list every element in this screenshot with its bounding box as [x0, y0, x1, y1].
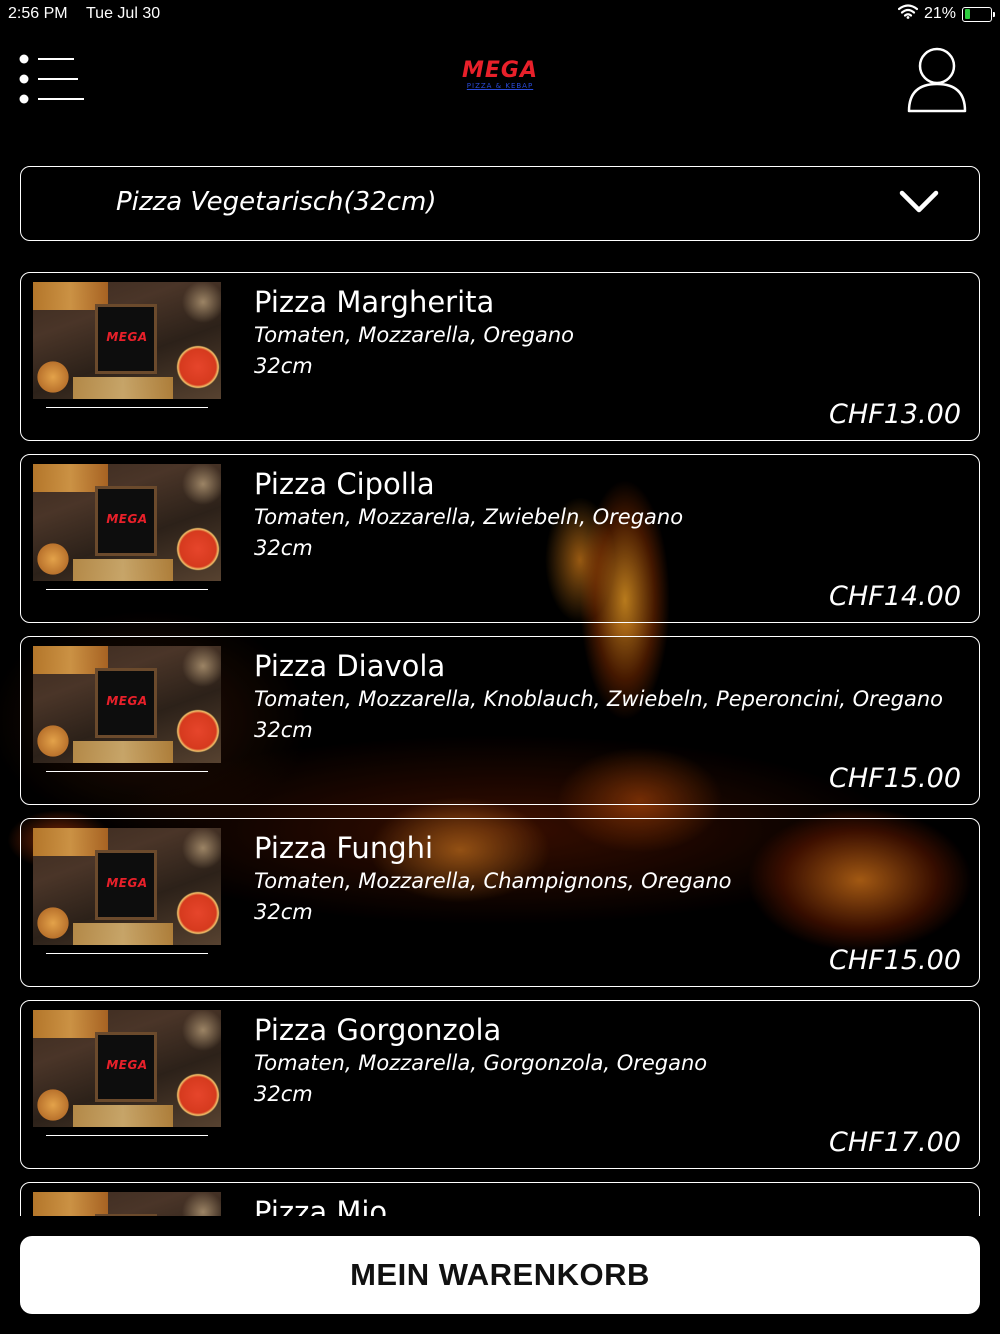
battery-percent: 21% [923, 5, 956, 22]
item-description: Tomaten, Mozzarella, Zwiebeln, Oregano [254, 505, 684, 529]
menu-item-card[interactable]: MEGA Pizza Gorgonzola Tomaten, Mozzarella,… [20, 1000, 980, 1169]
pizza-thumbnail-image: MEGA [33, 1192, 221, 1216]
menu-item-card[interactable]: MEGA Pizza Diavola Tomaten, Mozzarella, Kn… [20, 636, 980, 805]
chevron-down-icon [899, 189, 939, 219]
pizza-thumbnail-image: MEGA [33, 464, 221, 581]
thumbnail-food-decor [73, 923, 173, 945]
brand-logo[interactable]: MEGA PIZZA & KEBAP [450, 58, 550, 91]
item-name: Pizza Margherita [254, 285, 495, 319]
cart-button[interactable]: MEIN WARENKORB [20, 1236, 980, 1314]
user-profile-icon[interactable] [904, 44, 970, 114]
menu-list-icon[interactable] [18, 54, 88, 104]
category-dropdown[interactable]: Pizza Vegetarisch(32cm) [20, 166, 980, 241]
pizza-thumbnail-image: MEGA [33, 646, 221, 763]
item-name: Pizza Mio [254, 1195, 388, 1216]
status-date: Tue Jul 30 [86, 5, 161, 22]
thumbnail-food-decor [73, 559, 173, 581]
thumbnail-logo-text: MEGA [106, 512, 148, 526]
menu-item-card[interactable]: MEGA Pizza Mio [20, 1182, 980, 1216]
thumbnail-food-decor [73, 377, 173, 399]
item-price: CHF14.00 [829, 581, 961, 612]
battery-level [964, 9, 970, 19]
category-selected-label: Pizza Vegetarisch(32cm) [116, 187, 437, 217]
menu-item-card[interactable]: MEGA Pizza Cipolla Tomaten, Mozzarella, Zw… [20, 454, 980, 623]
thumbnail-underline [46, 407, 208, 408]
item-name: Pizza Diavola [254, 649, 446, 683]
thumbnail-logo-text: MEGA [106, 876, 148, 890]
item-size: 32cm [254, 900, 313, 924]
item-name: Pizza Gorgonzola [254, 1013, 502, 1047]
item-size: 32cm [254, 354, 313, 378]
thumbnail-underline [46, 771, 208, 772]
status-bar: 2:56 PM Tue Jul 30 21% [0, 0, 1000, 28]
item-description: Tomaten, Mozzarella, Champignons, Oregan… [254, 869, 732, 893]
menu-item-card[interactable]: MEGA Pizza Margherita Tomaten, Mozzarella,… [20, 272, 980, 441]
pizza-thumbnail-image: MEGA [33, 828, 221, 945]
thumbnail-logo-text: MEGA [106, 330, 148, 344]
pizza-thumbnail-image: MEGA [33, 1010, 221, 1127]
logo-sub-text: PIZZA & KEBAP [466, 82, 534, 90]
item-price: CHF15.00 [829, 945, 961, 976]
thumbnail-underline [46, 1135, 208, 1136]
item-description: Tomaten, Mozzarella, Gorgonzola, Oregano [254, 1051, 708, 1075]
item-name: Pizza Funghi [254, 831, 434, 865]
status-time: 2:56 PM [8, 5, 68, 22]
thumbnail-food-decor [33, 1192, 108, 1216]
item-size: 32cm [254, 718, 313, 742]
item-price: CHF13.00 [829, 399, 961, 430]
thumbnail-underline [46, 589, 208, 590]
thumbnail-board [95, 1214, 157, 1216]
item-description: Tomaten, Mozzarella, Knoblauch, Zwiebeln… [254, 687, 944, 711]
thumbnail-food-decor [73, 1105, 173, 1127]
status-right: 21% [897, 4, 995, 24]
pizza-thumbnail-image: MEGA [33, 282, 221, 399]
thumbnail-underline [46, 953, 208, 954]
menu-item-card[interactable]: MEGA Pizza Funghi Tomaten, Mozzarella, Cha… [20, 818, 980, 987]
menu-item-list[interactable]: MEGA Pizza Margherita Tomaten, Mozzarella,… [0, 272, 1000, 1216]
battery-charging-icon [962, 6, 995, 22]
item-name: Pizza Cipolla [254, 467, 435, 501]
header: MEGA PIZZA & KEBAP [0, 40, 1000, 130]
thumbnail-logo-text: MEGA [106, 1058, 148, 1072]
logo-main-text: MEGA [461, 58, 538, 83]
item-size: 32cm [254, 1082, 313, 1106]
wifi-icon [897, 4, 919, 24]
item-size: 32cm [254, 536, 313, 560]
item-description: Tomaten, Mozzarella, Oregano [254, 323, 574, 347]
item-price: CHF17.00 [829, 1127, 961, 1158]
thumbnail-food-decor [73, 741, 173, 763]
thumbnail-logo-text: MEGA [106, 694, 148, 708]
item-price: CHF15.00 [829, 763, 961, 794]
